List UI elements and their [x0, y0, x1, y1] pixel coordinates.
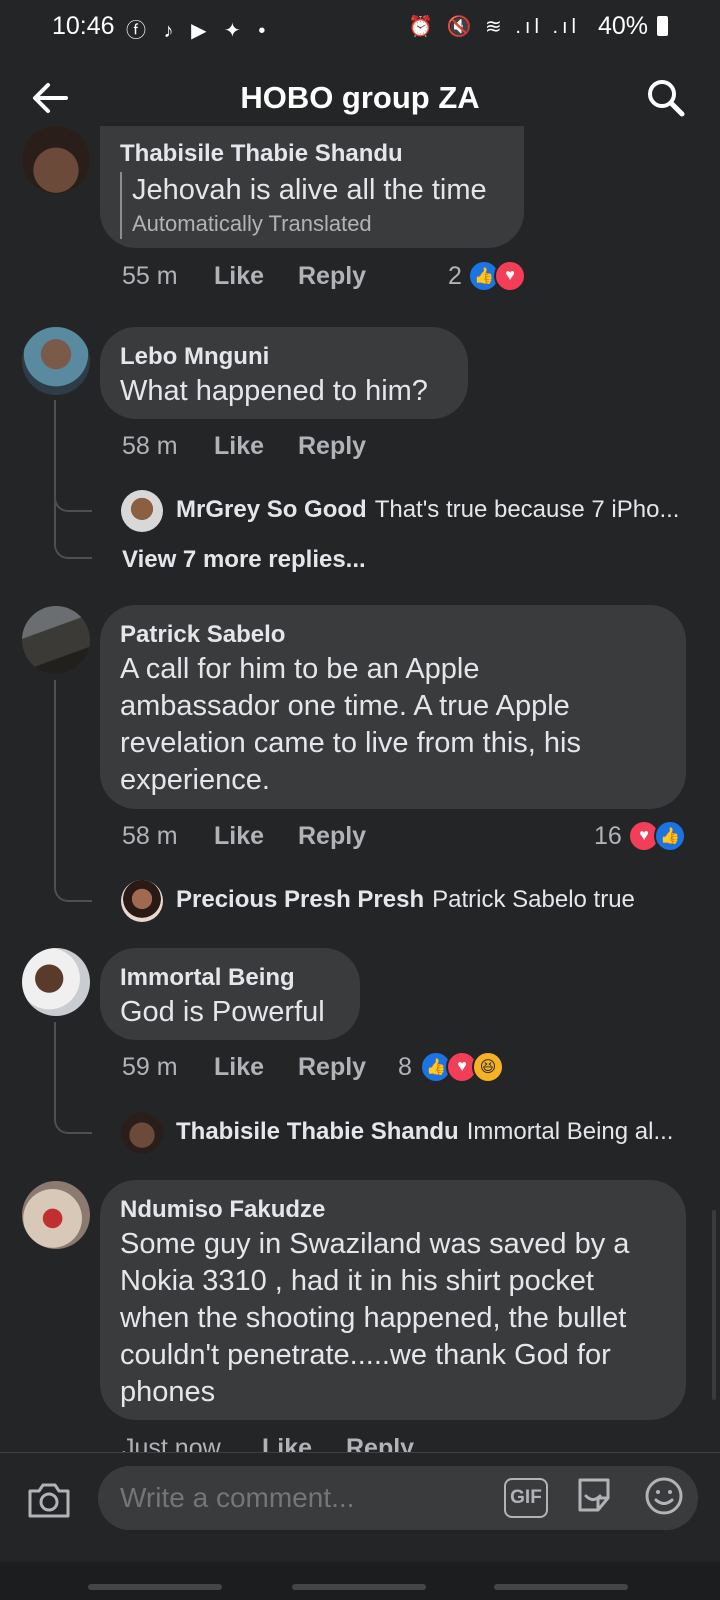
scrollbar[interactable]	[712, 1210, 716, 1400]
thread-branch	[54, 1092, 92, 1134]
reply-preview[interactable]: Thabisile Thabie Shandu Immortal Being al…	[176, 1118, 688, 1146]
gif-button[interactable]: GIF	[504, 1478, 548, 1518]
comment-time: 58 m	[122, 822, 178, 850]
comment-text: God is Powerful	[120, 996, 325, 1028]
reply-button[interactable]: Reply	[346, 1434, 414, 1452]
comment-bubble: Immortal Being God is Powerful	[100, 948, 360, 1040]
avatar[interactable]	[22, 948, 90, 1016]
avatar[interactable]	[22, 126, 90, 194]
translated-block: Jehovah is alive all the time Automatica…	[120, 172, 502, 239]
avatar[interactable]	[22, 327, 90, 395]
avatar[interactable]	[22, 606, 90, 674]
love-reaction-icon: ♥	[494, 260, 526, 292]
thread-line	[54, 680, 56, 880]
reply-preview[interactable]: MrGrey So Good That's true because 7 iPho…	[176, 496, 688, 524]
comment-actions: 58 m Like Reply	[122, 432, 422, 464]
like-button[interactable]: Like	[214, 262, 264, 291]
comment-text-line: Some guy in Swaziland was saved by a	[120, 1228, 630, 1260]
reply-button[interactable]: Reply	[298, 432, 366, 461]
reply-author[interactable]: Thabisile Thabie Shandu	[176, 1118, 459, 1145]
comment-bubble: Thabisile Thabie Shandu Jehovah is alive…	[100, 126, 524, 248]
status-bar: 10:46 ⓕ ♪ ▶ ✦ • ⏰ 🔇 ≋ .ıl .ıl 40%	[0, 0, 720, 54]
system-icons: ⏰ 🔇 ≋ .ıl .ıl	[408, 16, 580, 38]
nav-back-button[interactable]	[494, 1584, 628, 1590]
comment-author[interactable]: Immortal Being	[120, 962, 338, 994]
comment-author[interactable]: Lebo Mnguni	[120, 341, 446, 373]
search-icon[interactable]	[644, 76, 688, 120]
like-button[interactable]: Like	[214, 1053, 264, 1082]
comment-bubble: Ndumiso Fakudze Some guy in Swaziland wa…	[100, 1180, 686, 1420]
sticker-icon[interactable]	[574, 1474, 614, 1516]
reaction-count[interactable]: 8	[398, 1053, 412, 1082]
avatar[interactable]	[22, 1181, 90, 1249]
reply-text: Patrick Sabelo true	[432, 886, 635, 913]
translation-note[interactable]: Automatically Translated	[132, 209, 502, 239]
nav-home-button[interactable]	[292, 1584, 426, 1590]
haha-reaction-icon: 😆	[472, 1051, 504, 1083]
comment-text-line: when the shooting happened, the bullet	[120, 1302, 627, 1334]
comment-actions: 55 m Like Reply 2 👍 ♥	[122, 260, 542, 294]
comment-author[interactable]: Thabisile Thabie Shandu	[120, 138, 502, 170]
status-time: 10:46	[52, 12, 115, 40]
camera-icon[interactable]	[26, 1480, 72, 1520]
comment-text-line: Nokia 3310 , had it in his shirt pocket	[120, 1265, 594, 1297]
comment-bubble: Lebo Mnguni What happened to him?	[100, 327, 468, 419]
comment-actions: 59 m Like Reply 8 👍 ♥ 😆	[122, 1051, 522, 1085]
reply-author[interactable]: Precious Presh Presh	[176, 886, 424, 913]
emoji-icon[interactable]	[644, 1476, 684, 1516]
system-nav-bar	[0, 1562, 720, 1600]
page-title: HOBO group ZA	[240, 80, 480, 115]
comment-time: 55 m	[122, 262, 178, 290]
like-reaction-icon: 👍	[654, 820, 686, 852]
comment-text: Jehovah is alive all the time	[132, 174, 487, 206]
reply-text: That's true because 7 iPho...	[374, 496, 680, 523]
comment-text-line: revelation came to live from this, his	[120, 727, 581, 759]
reply-button[interactable]: Reply	[298, 1053, 366, 1082]
battery-level: 40%	[598, 12, 668, 41]
comment-time: 58 m	[122, 432, 178, 460]
comment-text-line: ambassador one time. A true Apple	[120, 690, 570, 722]
like-button[interactable]: Like	[214, 432, 264, 461]
battery-icon	[657, 16, 668, 36]
reply-text: Immortal Being al...	[466, 1118, 674, 1145]
reply-button[interactable]: Reply	[298, 822, 366, 851]
reply-avatar[interactable]	[121, 880, 163, 922]
thread-branch	[54, 860, 92, 902]
nav-recent-button[interactable]	[88, 1584, 222, 1590]
view-more-replies[interactable]: View 7 more replies...	[122, 546, 366, 574]
comment-text: What happened to him?	[120, 375, 428, 407]
reply-preview[interactable]: Precious Presh Presh Patrick Sabelo true	[176, 886, 688, 914]
comment-actions: Just now Like Reply	[122, 1434, 442, 1452]
comment-author[interactable]: Patrick Sabelo	[120, 619, 664, 651]
comment-text-line: A call for him to be an Apple	[120, 653, 480, 685]
comment-time: Just now	[122, 1434, 221, 1452]
reply-button[interactable]: Reply	[298, 262, 366, 291]
comment-text-line: couldn't penetrate.....we thank God for	[120, 1339, 611, 1371]
comment-bubble: Patrick Sabelo A call for him to be an A…	[100, 605, 686, 809]
reply-avatar[interactable]	[121, 490, 163, 532]
notification-icons: ⓕ ♪ ▶ ✦ •	[126, 20, 272, 42]
reply-author[interactable]: MrGrey So Good	[176, 496, 367, 523]
battery-percent: 40%	[598, 12, 649, 40]
comment-actions: 58 m Like Reply 16 ♥ 👍	[122, 820, 688, 854]
comment-time: 59 m	[122, 1053, 178, 1081]
thread-branch	[54, 505, 92, 559]
like-button[interactable]: Like	[262, 1434, 312, 1452]
reply-avatar[interactable]	[121, 1112, 163, 1154]
comment-author[interactable]: Ndumiso Fakudze	[120, 1194, 664, 1226]
comment-text-line: phones	[120, 1376, 216, 1408]
reaction-count[interactable]: 16	[594, 822, 622, 851]
reaction-count[interactable]: 2	[448, 262, 462, 291]
like-button[interactable]: Like	[214, 822, 264, 851]
comment-text-line: experience.	[120, 764, 270, 796]
